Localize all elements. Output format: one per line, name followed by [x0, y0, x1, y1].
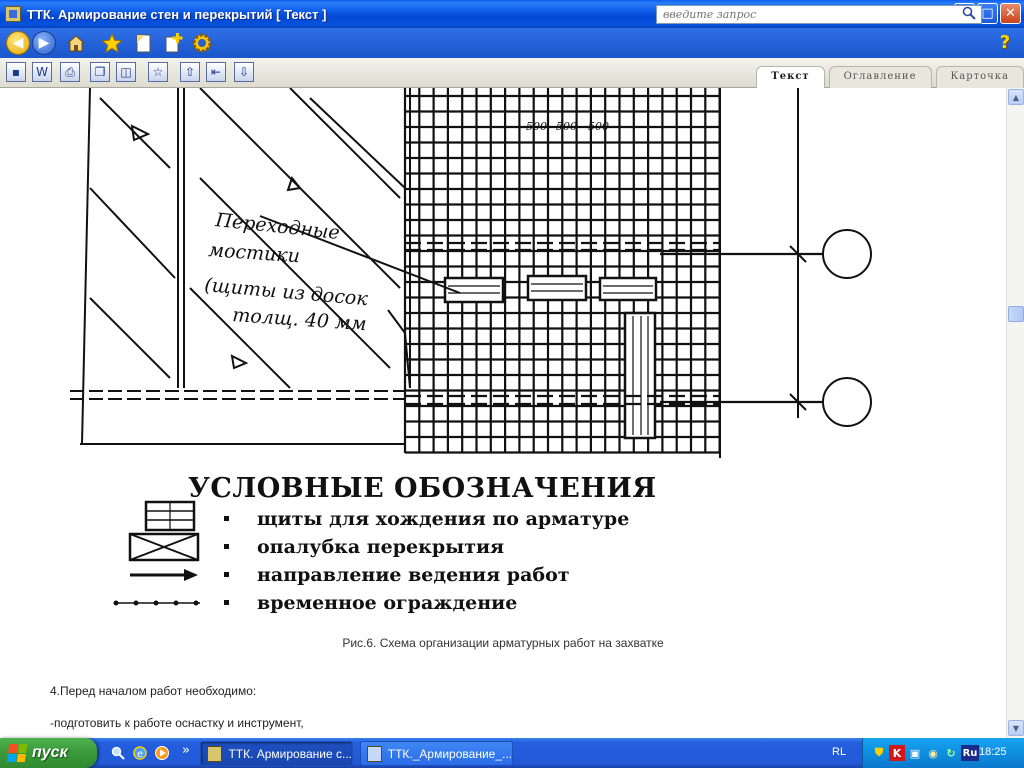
legend-text: щиты для хождения по арматуре [257, 508, 630, 530]
taskbar-button-label: ТТК._Армирование_... [387, 746, 512, 761]
crossed-box-symbol-icon [128, 532, 200, 562]
start-button[interactable]: пуск [0, 738, 97, 768]
dimension-label: 500 [526, 120, 547, 133]
legend-text: временное ограждение [257, 592, 518, 614]
quicklaunch-more-icon[interactable]: » [178, 742, 194, 758]
document-icon[interactable] [132, 31, 156, 55]
legend-bullet [224, 544, 229, 549]
shield-icon[interactable]: ⛊ [871, 745, 887, 761]
view-tabs: Текст Оглавление Карточка [752, 66, 1024, 89]
add-document-icon[interactable] [162, 31, 186, 55]
legend-bullet [224, 572, 229, 577]
back-arrow-icon[interactable]: ◀ [6, 31, 30, 55]
sound-icon[interactable]: ◉ [925, 745, 941, 761]
scroll-up-button[interactable]: ▲ [1008, 89, 1024, 105]
home-icon[interactable] [64, 31, 88, 55]
taskbar-button[interactable]: ТТК._Армирование_... [360, 741, 513, 766]
star-icon[interactable] [100, 31, 124, 55]
copy-icon[interactable]: ❐ [90, 62, 110, 82]
help-icon[interactable]: ? [993, 30, 1017, 54]
print-icon[interactable]: ⎙ [60, 62, 80, 82]
window-title: ТТК. Армирование стен и перекрытий [ Тек… [27, 6, 327, 22]
taskbar: пуск e » ТТК. Армирование с... ТТК._Арми… [0, 738, 1024, 768]
search-quicklaunch-icon[interactable] [110, 745, 126, 761]
document-toolbar: ▪ W ⎙ ❐ ◫ ☆ ⇧ ⇤ ⇩ Текст Оглавление Карто… [0, 58, 1024, 89]
arrow-symbol-icon [130, 569, 198, 581]
paragraph: 4.Перед началом работ необходимо: [50, 684, 257, 698]
planks-symbol-icon [144, 500, 196, 532]
app-icon [207, 745, 223, 762]
legend-text: направление ведения работ [257, 564, 570, 586]
app-icon [5, 6, 21, 22]
antivirus-icon[interactable]: K [889, 745, 905, 761]
tab-contents[interactable]: Оглавление [828, 66, 932, 88]
search-input[interactable] [656, 5, 982, 24]
main-toolbar: ◀ ▶ [0, 28, 1024, 58]
legend-title: УСЛОВНЫЕ ОБОЗНАЧЕНИЯ [188, 473, 657, 504]
windows-logo-icon [6, 744, 28, 762]
search-icon[interactable] [962, 6, 976, 24]
figure-caption: Рис.6. Схема организации арматурных рабо… [342, 636, 664, 650]
download-icon[interactable]: ⇩ [234, 62, 254, 82]
dimension-label: 500 [556, 120, 577, 133]
legend-item: временное ограждение [0, 592, 700, 618]
keyboard-layout-icon[interactable]: Ru [961, 745, 979, 761]
network-icon[interactable]: ▣ [907, 745, 923, 761]
tab-card[interactable]: Карточка [935, 66, 1024, 88]
legend-text: опалубка перекрытия [257, 536, 505, 558]
navigate-icon[interactable]: ⇤ [206, 62, 226, 82]
legend-item: щиты для хождения по арматуре [0, 500, 700, 534]
handwritten-label-line: толщ. 40 мм [232, 304, 368, 335]
tab-text[interactable]: Текст [756, 66, 825, 89]
dotted-line-symbol-icon [113, 600, 200, 606]
language-indicator[interactable]: RL [832, 746, 846, 758]
legend-item: направление ведения работ [0, 564, 700, 590]
gear-icon[interactable] [190, 31, 214, 55]
clock: 18:25 [979, 746, 1007, 758]
legend-item: опалубка перекрытия [0, 532, 700, 562]
bookmark-star-icon[interactable]: ☆ [148, 62, 168, 82]
document-content: 500 500 500 Переходные мостики (щиты из … [0, 88, 1006, 738]
document-app-icon [367, 745, 382, 762]
scroll-down-button[interactable]: ▼ [1008, 720, 1024, 736]
vertical-scrollbar[interactable]: ▲ ▼ [1006, 88, 1024, 738]
legend-bullet [224, 600, 229, 605]
forward-arrow-icon[interactable]: ▶ [32, 31, 56, 55]
scroll-thumb[interactable] [1008, 306, 1024, 322]
handwritten-label-line: мостики [208, 239, 301, 267]
upload-icon[interactable]: ⇧ [180, 62, 200, 82]
handwritten-label-line: Переходные [213, 209, 340, 244]
taskbar-button[interactable]: ТТК. Армирование с... [200, 741, 353, 766]
svg-text:e: e [137, 749, 143, 760]
media-player-icon[interactable] [154, 745, 170, 761]
update-icon[interactable]: ↻ [943, 745, 959, 761]
handwritten-label-line: (щиты из досок [204, 274, 370, 310]
dimension-label: 500 [588, 120, 609, 133]
paragraph: -подготовить к работе оснастку и инструм… [50, 716, 304, 730]
legend-bullet [224, 516, 229, 521]
taskbar-button-label: ТТК. Армирование с... [228, 746, 352, 761]
close-button[interactable]: ✕ [1000, 3, 1021, 24]
internet-explorer-icon[interactable]: e [132, 745, 148, 761]
start-label: пуск [32, 744, 68, 761]
export-word-icon[interactable]: W [32, 62, 52, 82]
preview-icon[interactable]: ◫ [116, 62, 136, 82]
save-icon[interactable]: ▪ [6, 62, 26, 82]
